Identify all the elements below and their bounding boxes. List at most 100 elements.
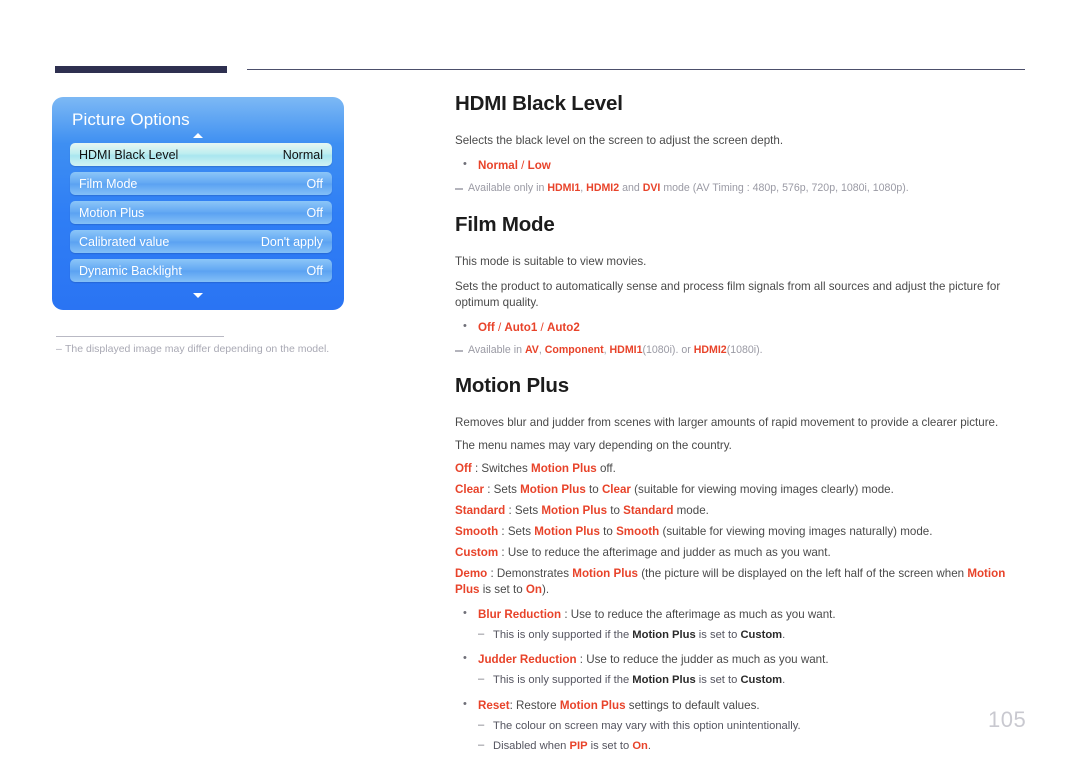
osd-row-label: Calibrated value — [79, 234, 170, 249]
mode-separator: : Sets — [498, 525, 535, 539]
mode-tail: (suitable for viewing moving images clea… — [630, 483, 894, 497]
key-reset: Reset — [478, 698, 510, 712]
note-hdmi2: HDMI2 — [586, 181, 620, 194]
motion-plus-mode-off: Off : Switches Motion Plus off. — [455, 461, 1027, 477]
note-mid: is set to — [587, 740, 633, 753]
note-av: AV — [524, 343, 539, 356]
hdmi-black-level-description: Selects the black level on the screen to… — [455, 134, 784, 147]
osd-row-motion-plus[interactable]: Motion Plus Off — [70, 201, 332, 224]
osd-menu-panel: Picture Options HDMI Black Level Normal … — [52, 97, 344, 310]
motion-plus-mode-custom: Custom : Use to reduce the afterimage an… — [455, 545, 1027, 561]
motion-plus-reset-note-2: Disabled when PIP is set to On. — [455, 738, 1027, 754]
mode-target-smooth: Smooth — [616, 525, 660, 539]
key-judder-reduction: Judder Reduction — [478, 653, 577, 667]
blur-reduction-text: : Use to reduce the afterimage as much a… — [561, 607, 836, 621]
inline-motion-plus: Motion Plus — [534, 525, 600, 539]
osd-row-value: Off — [306, 263, 323, 278]
motion-plus-judder-reduction: Judder Reduction : Use to reduce the jud… — [455, 651, 1027, 668]
osd-note: – The displayed image may differ dependin… — [56, 343, 329, 355]
osd-row-value: Off — [306, 205, 323, 220]
inline-custom: Custom — [740, 628, 783, 641]
section-title-film-mode: Film Mode — [455, 212, 555, 236]
header-accent-bar — [55, 66, 227, 73]
mode-text-2: is set to — [479, 583, 526, 596]
mode-separator: : Demonstrates — [487, 567, 573, 581]
mode-key-clear: Clear — [455, 483, 485, 497]
option-auto2: Auto2 — [546, 320, 580, 334]
option-normal: Normal — [478, 158, 518, 172]
mode-key-demo: Demo — [455, 567, 488, 581]
manual-content-column: HDMI Black Level Selects the black level… — [455, 92, 1027, 755]
motion-plus-description-1: Removes blur and judder from scenes with… — [455, 416, 999, 430]
reset-pre: : Restore — [509, 698, 560, 712]
inline-motion-plus: Motion Plus — [632, 674, 696, 687]
inline-on: On — [525, 583, 542, 596]
osd-note-divider — [56, 336, 224, 337]
mode-tail: ). — [542, 583, 550, 596]
motion-plus-mode-smooth: Smooth : Sets Motion Plus to Smooth (sui… — [455, 524, 1027, 540]
motion-plus-reset-note-1: The colour on screen may vary with this … — [455, 718, 1027, 734]
note-suffix: mode (AV Timing : 480p, 576p, 720p, 1080… — [660, 181, 909, 194]
note-component: Component — [544, 343, 604, 356]
osd-row-value: Normal — [282, 147, 323, 162]
inline-motion-plus: Motion Plus — [531, 462, 597, 476]
note-and: and — [619, 181, 643, 194]
mode-separator: : Sets — [484, 483, 521, 497]
motion-plus-reset: Reset: Restore Motion Plus settings to d… — [455, 697, 1027, 714]
note-hdmi1: HDMI1 — [547, 181, 581, 194]
mode-to: to — [585, 483, 602, 497]
inline-motion-plus: Motion Plus — [520, 483, 586, 497]
triangle-up-icon[interactable] — [193, 133, 203, 138]
osd-row-label: Motion Plus — [79, 205, 145, 220]
option-auto1: Auto1 — [504, 320, 538, 334]
osd-panel-title: Picture Options — [72, 110, 190, 129]
inline-pip: PIP — [569, 740, 588, 753]
osd-row-hdmi-black-level[interactable]: HDMI Black Level Normal — [70, 143, 332, 166]
page-number: 105 — [988, 707, 1027, 732]
osd-row-label: HDMI Black Level — [79, 147, 179, 162]
inline-motion-plus: Motion Plus — [632, 628, 696, 641]
osd-row-dynamic-backlight[interactable]: Dynamic Backlight Off — [70, 259, 332, 282]
mode-tail: off. — [596, 462, 616, 476]
note-prefix: This is only supported if the — [493, 674, 633, 687]
note-mid: is set to — [695, 674, 741, 687]
film-mode-description-1: This mode is suitable to view movies. — [455, 254, 647, 268]
mode-target-clear: Clear — [601, 483, 631, 497]
motion-plus-description-2: The menu names may vary depending on the… — [455, 439, 732, 453]
mode-to: to — [607, 504, 624, 518]
mode-target-standard: Standard — [623, 504, 674, 518]
osd-note-dash: – — [56, 343, 62, 355]
osd-menu-list: HDMI Black Level Normal Film Mode Off Mo… — [70, 143, 332, 288]
mode-separator: : Switches — [471, 462, 532, 476]
mode-text: (the picture will be displayed on the le… — [637, 567, 968, 581]
film-mode-note: Available in AV, Component, HDMI1(1080i)… — [455, 343, 1027, 358]
mode-key-smooth: Smooth — [455, 525, 499, 539]
note-mid: is set to — [695, 628, 741, 641]
motion-plus-blur-reduction-note: This is only supported if the Motion Plu… — [455, 627, 1027, 643]
motion-plus-mode-clear: Clear : Sets Motion Plus to Clear (suita… — [455, 482, 1027, 498]
mode-separator: : Sets — [505, 504, 542, 518]
option-low: Low — [527, 158, 551, 172]
inline-motion-plus: Motion Plus — [559, 698, 626, 712]
option-separator: / — [494, 320, 505, 334]
osd-row-calibrated-value[interactable]: Calibrated value Don't apply — [70, 230, 332, 253]
mode-to: to — [599, 525, 617, 539]
option-separator: / — [537, 320, 547, 334]
note-prefix: Available only in — [468, 181, 548, 194]
section-title-hdmi-black-level: HDMI Black Level — [455, 92, 623, 115]
reset-tail: settings to default values. — [625, 698, 760, 712]
osd-row-label: Dynamic Backlight — [79, 263, 182, 278]
note-hdmi1: HDMI1 — [609, 343, 643, 356]
osd-row-film-mode[interactable]: Film Mode Off — [70, 172, 332, 195]
note-prefix: This is only supported if the — [493, 628, 633, 641]
mode-separator: : Use to reduce the afterimage and judde… — [498, 546, 831, 560]
osd-row-value: Don't apply — [260, 234, 323, 249]
option-off: Off — [478, 320, 495, 334]
note-hdmi2: HDMI2 — [693, 343, 727, 356]
judder-reduction-text: : Use to reduce the judder as much as yo… — [576, 653, 829, 667]
film-mode-description-2: Sets the product to automatically sense … — [455, 279, 1001, 309]
header-divider-line — [247, 69, 1025, 70]
note-dvi: DVI — [642, 181, 661, 194]
triangle-down-icon[interactable] — [193, 293, 203, 298]
note-tail: . — [782, 628, 786, 641]
